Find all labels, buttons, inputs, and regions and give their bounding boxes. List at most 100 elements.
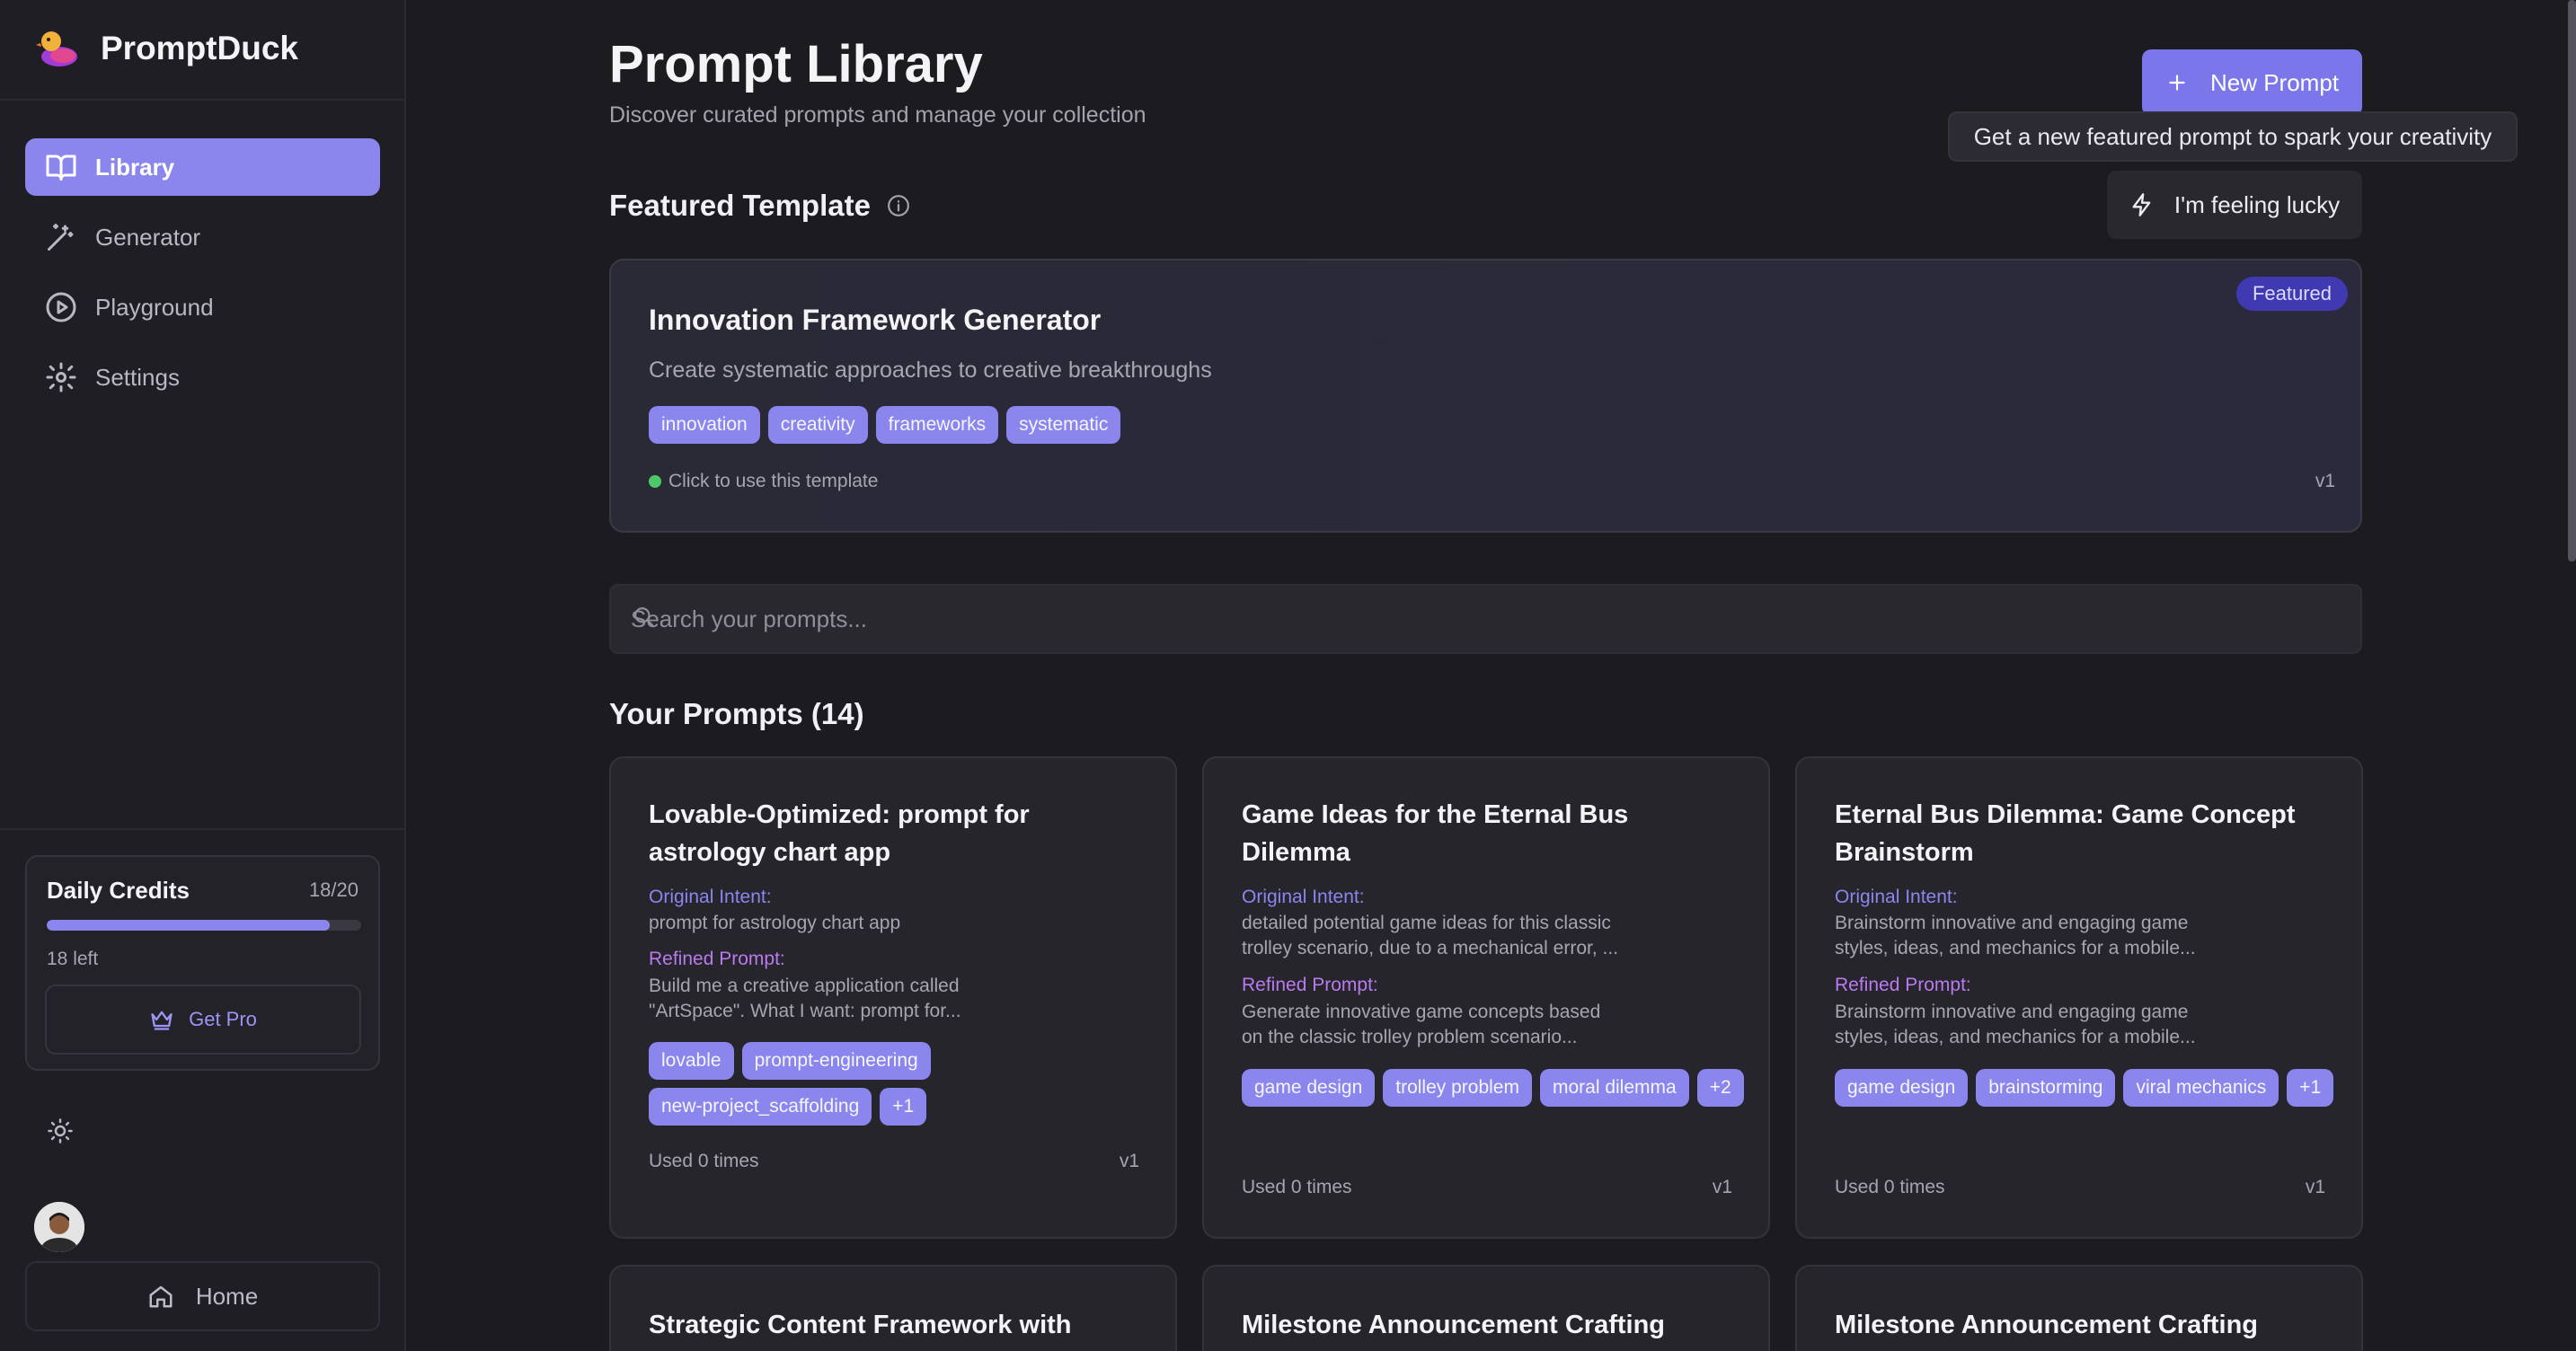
home-label: Home bbox=[195, 1282, 259, 1310]
duck-logo-icon bbox=[36, 26, 81, 71]
theme-toggle-sun-icon[interactable] bbox=[47, 1117, 74, 1144]
featured-badge: Featured bbox=[2235, 277, 2348, 311]
prompt-tags: lovable prompt-engineering new-project_s… bbox=[649, 1042, 1152, 1126]
get-pro-button[interactable]: Get Pro bbox=[45, 985, 361, 1055]
prompt-card[interactable]: Game Ideas for the Eternal Bus Dilemma O… bbox=[1202, 756, 1770, 1239]
original-intent-text: trolley scenario, due to a mechanical er… bbox=[1242, 938, 1619, 958]
tag: new-project_scaffolding bbox=[649, 1088, 872, 1126]
brand[interactable]: PromptDuck bbox=[36, 20, 298, 77]
refined-prompt-label: Refined Prompt: bbox=[1242, 975, 1378, 995]
featured-template-card[interactable]: Innovation Framework Generator Create sy… bbox=[609, 259, 2362, 533]
featured-description: Create systematic approaches to creative… bbox=[649, 358, 1212, 383]
plus-icon bbox=[2169, 75, 2185, 91]
get-pro-label: Get Pro bbox=[189, 1008, 257, 1030]
tag-more[interactable]: +1 bbox=[2287, 1069, 2334, 1107]
refined-prompt-text: "ArtSpace". What I want: prompt for... bbox=[649, 1001, 961, 1021]
original-intent-label: Original Intent: bbox=[1835, 887, 1958, 907]
featured-tags: innovation creativity frameworks systema… bbox=[649, 406, 1121, 444]
status-dot bbox=[649, 475, 661, 488]
featured-hint: Click to use this template bbox=[649, 471, 878, 492]
featured-heading: Featured Template bbox=[609, 189, 910, 223]
featured-title: Innovation Framework Generator bbox=[649, 304, 1102, 336]
app-name: PromptDuck bbox=[101, 30, 298, 66]
tag: brainstorming bbox=[1976, 1069, 2116, 1107]
featured-hint-text: Click to use this template bbox=[668, 471, 879, 491]
original-intent-text: detailed potential game ideas for this c… bbox=[1242, 913, 1611, 933]
prompt-card-title: Lovable-Optimized: prompt for astrology … bbox=[649, 800, 1030, 867]
prompt-card[interactable]: Eternal Bus Dilemma: Game Concept Brains… bbox=[1795, 756, 2363, 1239]
prompt-card-title: Eternal Bus Dilemma: Game Concept Brains… bbox=[1835, 800, 2296, 867]
info-icon[interactable] bbox=[887, 194, 910, 217]
new-prompt-button[interactable]: New Prompt bbox=[2142, 49, 2362, 116]
search-icon bbox=[634, 607, 654, 627]
prompt-card[interactable]: Milestone Announcement Crafting bbox=[1202, 1265, 1770, 1351]
credits-progress-bar bbox=[47, 920, 361, 931]
search-input[interactable] bbox=[631, 586, 2338, 652]
tag: game design bbox=[1242, 1069, 1376, 1107]
prompt-version: v1 bbox=[1119, 1151, 1139, 1171]
scrollbar[interactable] bbox=[2568, 0, 2576, 561]
original-intent-text: Brainstorm innovative and engaging game bbox=[1835, 913, 2189, 933]
tag: prompt-engineering bbox=[741, 1042, 931, 1080]
tag: lovable bbox=[649, 1042, 734, 1080]
refined-prompt-text: Brainstorm innovative and engaging game bbox=[1835, 1002, 2189, 1022]
prompt-version: v1 bbox=[2305, 1177, 2325, 1197]
crown-icon bbox=[151, 1011, 173, 1030]
book-icon bbox=[46, 155, 76, 181]
refined-prompt-text: Build me a creative application called bbox=[649, 976, 960, 996]
search-bar bbox=[609, 584, 2362, 654]
usage-count: Used 0 times bbox=[1242, 1177, 1352, 1197]
credits-left: 18 left bbox=[47, 949, 99, 969]
divider bbox=[0, 828, 406, 830]
sidebar-item-library[interactable]: Library bbox=[25, 138, 380, 196]
sidebar-item-label: Settings bbox=[95, 363, 180, 391]
tag: moral dilemma bbox=[1539, 1069, 1689, 1107]
credits-progress-fill bbox=[47, 920, 330, 931]
prompt-card-title: Milestone Announcement Crafting bbox=[1835, 1311, 2258, 1339]
refined-prompt-label: Refined Prompt: bbox=[649, 949, 785, 969]
sidebar-item-label: Library bbox=[95, 153, 175, 181]
sidebar-item-generator[interactable]: Generator bbox=[25, 208, 380, 266]
tag: innovation bbox=[649, 406, 760, 444]
refined-prompt-text: styles, ideas, and mechanics for a mobil… bbox=[1835, 1027, 2196, 1047]
divider bbox=[0, 99, 406, 101]
tag: viral mechanics bbox=[2123, 1069, 2279, 1107]
gear-icon bbox=[46, 362, 76, 393]
refined-prompt-text: Generate innovative game concepts based bbox=[1242, 1002, 1601, 1022]
tag-more[interactable]: +2 bbox=[1696, 1069, 1744, 1107]
wand-icon bbox=[48, 224, 74, 251]
prompt-version: v1 bbox=[1712, 1177, 1732, 1197]
prompt-tags: game design trolley problem moral dilemm… bbox=[1242, 1069, 1745, 1107]
refined-prompt-label: Refined Prompt: bbox=[1835, 975, 1971, 995]
prompt-card[interactable]: Strategic Content Framework with bbox=[609, 1265, 1177, 1351]
sidebar-item-settings[interactable]: Settings bbox=[25, 349, 380, 406]
prompt-card[interactable]: Milestone Announcement Crafting bbox=[1795, 1265, 2363, 1351]
sidebar-nav: Library Generator Playground Settings bbox=[25, 138, 380, 419]
page-title: Prompt Library bbox=[609, 35, 983, 93]
prompt-tags: game design brainstorming viral mechanic… bbox=[1835, 1069, 2338, 1107]
original-intent-text: prompt for astrology chart app bbox=[649, 913, 901, 933]
refined-prompt-text: on the classic trolley problem scenario.… bbox=[1242, 1027, 1578, 1047]
new-prompt-label: New Prompt bbox=[2209, 68, 2340, 96]
feeling-lucky-button[interactable]: I'm feeling lucky bbox=[2107, 171, 2362, 239]
original-intent-label: Original Intent: bbox=[1242, 887, 1365, 907]
avatar[interactable] bbox=[34, 1202, 84, 1252]
tag: game design bbox=[1835, 1069, 1969, 1107]
original-intent-label: Original Intent: bbox=[649, 887, 772, 907]
tag: systematic bbox=[1006, 406, 1121, 444]
featured-version: v1 bbox=[2315, 471, 2335, 491]
home-button[interactable]: Home bbox=[25, 1261, 380, 1331]
tag: creativity bbox=[767, 406, 868, 444]
home-icon bbox=[149, 1285, 173, 1308]
prompt-card-title: Strategic Content Framework with bbox=[649, 1311, 1072, 1339]
lucky-tooltip: Get a new featured prompt to spark your … bbox=[1948, 111, 2518, 162]
prompt-card-title: Milestone Announcement Crafting bbox=[1242, 1311, 1665, 1339]
sidebar-item-label: Playground bbox=[95, 293, 214, 321]
prompt-card[interactable]: Lovable-Optimized: prompt for astrology … bbox=[609, 756, 1177, 1239]
tag: frameworks bbox=[875, 406, 999, 444]
sidebar-item-playground[interactable]: Playground bbox=[25, 278, 380, 336]
daily-credits-panel: Daily Credits 18/20 18 left Get Pro bbox=[25, 855, 380, 1071]
tag-more[interactable]: +1 bbox=[880, 1088, 927, 1126]
credits-title: Daily Credits bbox=[47, 877, 190, 904]
prompt-card-title: Game Ideas for the Eternal Bus Dilemma bbox=[1242, 800, 1629, 867]
